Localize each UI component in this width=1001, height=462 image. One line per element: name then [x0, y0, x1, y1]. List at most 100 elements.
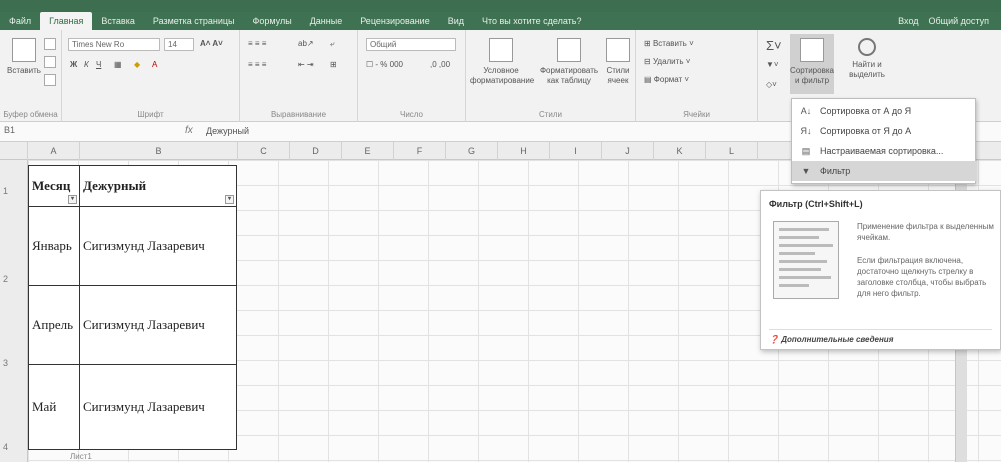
menu-item-custom-sort[interactable]: ▤ Настраиваемая сортировка...	[792, 141, 977, 161]
name-box[interactable]: B1	[4, 125, 62, 139]
paste-button[interactable]: Вставить	[4, 38, 44, 76]
clipboard-group-label: Буфер обмена	[3, 110, 58, 119]
formula-input[interactable]: Дежурный	[206, 126, 249, 136]
tab-insert[interactable]: Вставка	[92, 12, 143, 30]
italic-icon[interactable]: К	[84, 60, 89, 69]
tell-me-box[interactable]: Что вы хотите сделать?	[473, 12, 591, 30]
table-cell[interactable]: Май	[28, 364, 80, 450]
underline-icon[interactable]: Ч	[96, 60, 101, 69]
delete-cells-label: Удалить	[652, 57, 684, 66]
table-cell[interactable]: Сигизмунд Лазаревич	[79, 206, 237, 286]
find-icon	[858, 38, 876, 56]
table-cell[interactable]: Апрель	[28, 285, 80, 365]
font-color-icon[interactable]: A	[152, 60, 157, 69]
number-format-select[interactable]: Общий	[366, 38, 456, 51]
fill-color-icon[interactable]: ◆	[134, 60, 140, 69]
font-name-select[interactable]: Times New Ro	[68, 38, 160, 51]
bold-icon[interactable]: Ж	[70, 60, 77, 69]
tooltip-text: Если фильтрация включена, достаточно щел…	[857, 256, 987, 298]
tab-file[interactable]: Файл	[0, 12, 40, 30]
styles-group-label: Стили	[538, 110, 563, 119]
merge-center-icon[interactable]: ⊞	[330, 60, 337, 69]
autosum-icon[interactable]: Σ˅	[766, 38, 782, 53]
column-header[interactable]: I	[550, 142, 602, 160]
select-all-corner[interactable]	[0, 142, 28, 160]
menu-item-label: Фильтр	[820, 166, 851, 176]
sort-filter-button[interactable]: Сортировка и фильтр	[790, 34, 834, 94]
table-header-cell[interactable]: Месяц ▾	[28, 165, 80, 207]
column-header[interactable]: A	[28, 142, 80, 160]
column-header[interactable]: K	[654, 142, 706, 160]
column-header[interactable]: C	[238, 142, 290, 160]
format-cells-button[interactable]: ▤ Формат ˅	[644, 75, 689, 84]
fill-icon[interactable]: ▼˅	[766, 60, 779, 69]
cells-group-label: Ячейки	[683, 110, 710, 119]
insert-cells-button[interactable]: ⊞ Вставить ˅	[644, 39, 694, 48]
format-as-table-button[interactable]: Форматировать как таблицу	[536, 38, 602, 86]
cut-icon[interactable]	[44, 38, 56, 50]
column-header[interactable]: H	[498, 142, 550, 160]
paste-icon	[12, 38, 36, 62]
table-cell[interactable]: Январь	[28, 206, 80, 286]
paste-label: Вставить	[7, 66, 41, 75]
tab-review[interactable]: Рецензирование	[351, 12, 439, 30]
filter-dropdown-icon[interactable]: ▾	[225, 195, 234, 204]
cell-styles-button[interactable]: Стили ячеек	[602, 38, 634, 86]
column-header[interactable]: G	[446, 142, 498, 160]
table-cell[interactable]: Сигизмунд Лазаревич	[79, 285, 237, 365]
format-as-table-label: Форматировать как таблицу	[539, 66, 599, 85]
sheet-tab[interactable]: Лист1	[70, 452, 92, 461]
filter-dropdown-icon[interactable]: ▾	[68, 195, 77, 204]
indent-icon[interactable]: ⇤ ⇥	[298, 60, 314, 69]
align-top-icon[interactable]: ≡ ≡ ≡	[248, 39, 266, 48]
find-select-label: Найти и выделить	[849, 60, 885, 79]
table-cell[interactable]: Сигизмунд Лазаревич	[79, 364, 237, 450]
column-header[interactable]: B	[80, 142, 238, 160]
font-group: Times New Ro 14 A˄ A˅ Ж К Ч ▦ ◆ A Шрифт	[62, 30, 240, 122]
sign-in-link[interactable]: Вход	[898, 16, 918, 26]
font-grow-icon[interactable]: A˄ A˅	[200, 39, 223, 48]
fx-icon[interactable]: fx	[185, 125, 193, 136]
wrap-text-icon[interactable]: ⤶	[330, 39, 334, 49]
share-button[interactable]: Общий доступ	[929, 16, 989, 26]
find-select-button[interactable]: Найти и выделить	[844, 34, 890, 80]
row-headers: 1 2 3 4	[0, 160, 28, 462]
format-painter-icon[interactable]	[44, 74, 56, 86]
insert-cells-label: Вставить	[652, 39, 687, 48]
styles-group: Условное форматирование Форматировать ка…	[466, 30, 636, 122]
table-header-cell[interactable]: Дежурный ▾	[79, 165, 237, 207]
align-left-icon[interactable]: ≡ ≡ ≡	[248, 60, 266, 69]
font-size-select[interactable]: 14	[164, 38, 194, 51]
delete-cells-button[interactable]: ⊟ Удалить ˅	[644, 57, 690, 66]
conditional-formatting-button[interactable]: Условное форматирование	[470, 38, 534, 86]
row-header[interactable]: 3	[0, 358, 28, 368]
column-header[interactable]: J	[602, 142, 654, 160]
tab-home[interactable]: Главная	[40, 12, 93, 30]
title-bar	[0, 0, 1001, 12]
column-header[interactable]: D	[290, 142, 342, 160]
tooltip-more-link[interactable]: ❓ Дополнительные сведения	[769, 335, 893, 344]
column-header[interactable]: F	[394, 142, 446, 160]
orientation-icon[interactable]: ab↗	[298, 39, 314, 48]
row-header[interactable]: 2	[0, 274, 28, 284]
menu-item-sort-desc[interactable]: Я↓ Сортировка от Я до А	[792, 121, 977, 141]
menu-item-sort-asc[interactable]: A↓ Сортировка от А до Я	[792, 101, 977, 121]
tab-view[interactable]: Вид	[439, 12, 473, 30]
clear-icon[interactable]: ◇˅	[766, 80, 777, 89]
tooltip-preview-image	[773, 221, 839, 299]
row-header[interactable]: 1	[0, 186, 28, 196]
help-icon: ❓	[769, 335, 779, 344]
row-header[interactable]: 4	[0, 442, 28, 452]
column-header[interactable]: E	[342, 142, 394, 160]
menu-item-filter[interactable]: ▼ Фильтр	[792, 161, 977, 181]
copy-icon[interactable]	[44, 56, 56, 68]
tab-formulas[interactable]: Формулы	[244, 12, 301, 30]
decimal-icon[interactable]: ,0 ,00	[430, 60, 450, 69]
number-group: Общий ☐ - % 000 ,0 ,00 Число	[358, 30, 466, 122]
borders-icon[interactable]: ▦	[114, 60, 122, 69]
tab-page-layout[interactable]: Разметка страницы	[144, 12, 244, 30]
tab-data[interactable]: Данные	[301, 12, 352, 30]
accounting-format-icon[interactable]: ☐ - % 000	[366, 60, 403, 69]
column-header[interactable]: L	[706, 142, 758, 160]
tooltip-text: Применение фильтра к выделенным ячейкам.	[857, 222, 994, 242]
